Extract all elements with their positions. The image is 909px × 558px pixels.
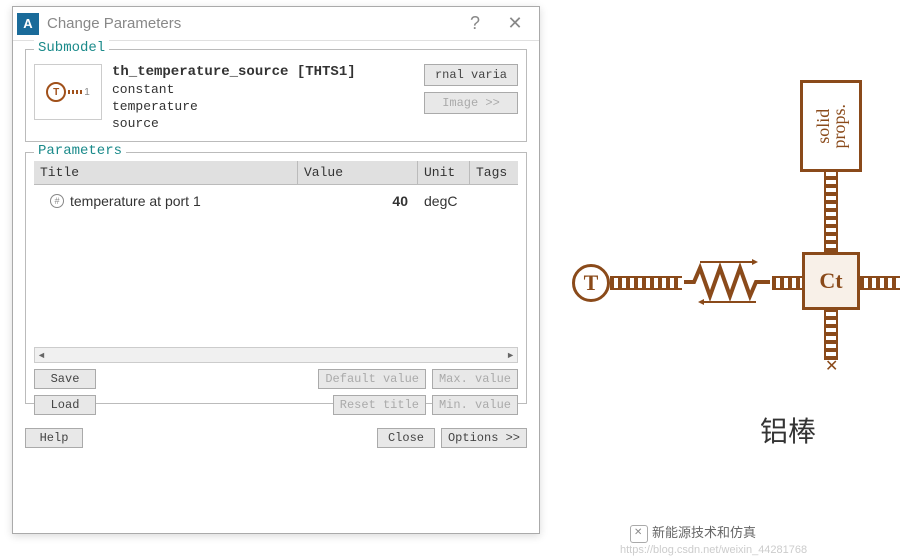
wechat-icon [630, 525, 648, 543]
vertical-connector [824, 310, 838, 360]
horizontal-scrollbar[interactable]: ◄► [34, 347, 518, 363]
vertical-connector [824, 172, 838, 252]
diagram-label-cn: 铝棒 [760, 410, 816, 450]
thermal-capacitance-block: Ct [802, 252, 860, 310]
horizontal-connector [860, 276, 900, 290]
submodel-icon: T 1 [34, 64, 102, 120]
default-value-button[interactable]: Default value [318, 369, 426, 389]
param-tags [470, 191, 518, 211]
min-value-button[interactable]: Min. value [432, 395, 518, 415]
options-button[interactable]: Options >> [441, 428, 527, 448]
submodel-desc-line: source [112, 116, 518, 133]
close-titlebar-button[interactable]: ✕ [495, 9, 535, 39]
submodel-group: Submodel T 1 th_temperature_source [THTS… [25, 49, 527, 142]
thermal-diagram: solid props. T Ct 铝棒 [560, 80, 900, 500]
param-title: temperature at port 1 [70, 193, 201, 209]
app-icon: A [17, 13, 39, 35]
horizontal-connector [772, 276, 802, 290]
max-value-button[interactable]: Max. value [432, 369, 518, 389]
help-button[interactable]: Help [25, 428, 83, 448]
horizontal-connector [610, 276, 682, 290]
watermark-url: https://blog.csdn.net/weixin_44281768 [620, 544, 807, 556]
image-button[interactable]: Image >> [424, 92, 518, 114]
close-button[interactable]: Close [377, 428, 435, 448]
port-number: 1 [84, 87, 90, 98]
load-button[interactable]: Load [34, 395, 96, 415]
temperature-source-icon: T [46, 82, 66, 102]
hash-icon: # [50, 194, 64, 208]
help-titlebar-button[interactable]: ? [455, 9, 495, 39]
dialog-title: Change Parameters [47, 15, 455, 32]
thermal-resistor-block [682, 258, 772, 306]
parameters-header: Title Value Unit Tags [34, 161, 518, 185]
header-value[interactable]: Value [298, 161, 418, 184]
parameters-group-title: Parameters [34, 143, 126, 159]
header-tags[interactable]: Tags [470, 161, 518, 184]
save-button[interactable]: Save [34, 369, 96, 389]
solid-props-block: solid props. [800, 80, 862, 172]
external-variable-button[interactable]: rnal varia [424, 64, 518, 86]
reset-title-button[interactable]: Reset title [333, 395, 426, 415]
solid-props-label: props. [829, 104, 849, 149]
dialog-content: Submodel T 1 th_temperature_source [THTS… [13, 41, 539, 422]
port-connector-icon [68, 90, 82, 94]
dialog-footer: Help Close Options >> [13, 422, 539, 458]
change-parameters-dialog: A Change Parameters ? ✕ Submodel T 1 th_… [12, 6, 540, 534]
table-row[interactable]: # temperature at port 1 40 degC [34, 185, 518, 217]
parameters-body: # temperature at port 1 40 degC [34, 185, 518, 343]
submodel-group-title: Submodel [34, 40, 109, 56]
param-value[interactable]: 40 [298, 191, 418, 211]
titlebar: A Change Parameters ? ✕ [13, 7, 539, 41]
parameters-group: Parameters Title Value Unit Tags # tempe… [25, 152, 527, 404]
watermark-text: 新能源技术和仿真 [630, 522, 756, 543]
header-unit[interactable]: Unit [418, 161, 470, 184]
param-unit[interactable]: degC [418, 191, 470, 211]
header-title[interactable]: Title [34, 161, 298, 184]
temperature-source-block: T [572, 264, 610, 302]
parameters-table: Title Value Unit Tags # temperature at p… [34, 161, 518, 363]
